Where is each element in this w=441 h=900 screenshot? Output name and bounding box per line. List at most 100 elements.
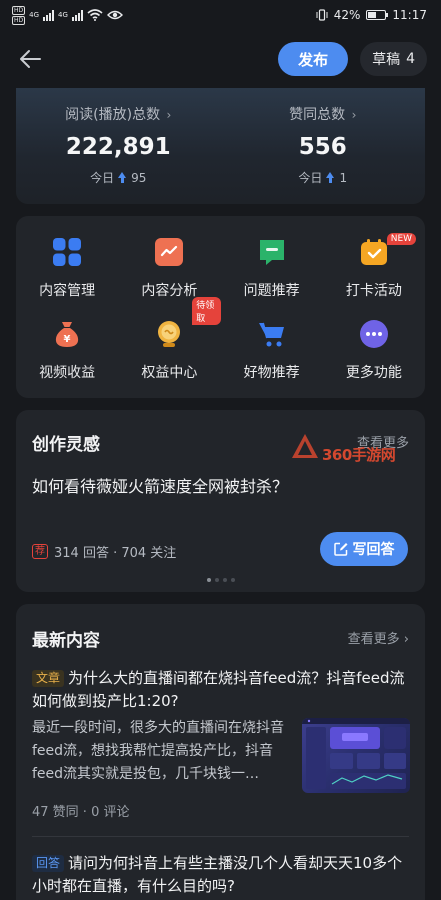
reads-stat[interactable]: 阅读(播放)总数 › 222,891 今日 95 xyxy=(16,88,221,204)
new-badge: NEW xyxy=(386,233,417,245)
watermark-text: 360手游网 xyxy=(322,446,396,464)
inspiration-title: 创作灵感 xyxy=(32,435,100,455)
carousel-dot[interactable] xyxy=(222,578,227,582)
likes-value: 556 xyxy=(298,134,347,160)
battery-icon xyxy=(366,10,389,20)
publish-button[interactable]: 发布 xyxy=(278,42,349,76)
sim1-label: HD xyxy=(12,5,26,15)
article-1-excerpt[interactable]: 最近一段时间，很多大的直播间在烧抖音feed流，想找我帮忙提高投产比，抖音fee… xyxy=(32,717,304,786)
write-answer-button[interactable]: 写回答 xyxy=(320,532,408,566)
drafts-label: 草稿 xyxy=(372,52,401,68)
tool-product-recommend[interactable]: 好物推荐 xyxy=(221,308,323,390)
net2-label: 4G xyxy=(58,11,68,19)
chart-icon xyxy=(155,238,184,266)
signal-1-icon xyxy=(43,9,55,21)
likes-today-label: 今日 xyxy=(298,171,323,185)
divider xyxy=(32,836,409,837)
watermark-logo: 360手游网 xyxy=(290,432,420,472)
carousel-dot[interactable] xyxy=(206,578,211,582)
article-2-title-row[interactable]: 回答 请问为何抖音上有些主播没几个人看却天天10多个小时都在直播，有什么目的吗? xyxy=(32,852,410,898)
drafts-count: 4 xyxy=(406,51,415,67)
question-icon xyxy=(259,240,284,265)
sim2-label: HD xyxy=(12,15,26,25)
tool-checkin-activity[interactable]: 打卡活动 NEW xyxy=(323,226,425,308)
tool-label: 内容分析 xyxy=(141,283,198,299)
carousel-dot[interactable] xyxy=(214,578,219,582)
reads-today-value: 95 xyxy=(131,170,147,185)
latest-content-card: 最新内容 查看更多 › 文章 为什么大的直播间都在烧抖音feed流？抖音feed流… xyxy=(16,604,425,900)
tool-label: 打卡活动 xyxy=(345,283,402,299)
tool-label: 好物推荐 xyxy=(243,365,300,381)
latest-more-link[interactable]: 查看更多 › xyxy=(348,628,409,647)
reads-label: 阅读(播放)总数 xyxy=(65,107,161,123)
back-button[interactable] xyxy=(16,45,44,73)
signal-2-icon xyxy=(71,9,83,21)
chevron-right-icon: › xyxy=(351,108,357,122)
reads-label-row: 阅读(播放)总数 › xyxy=(65,104,171,124)
article-1-meta: 47 赞同 · 0 评论 xyxy=(32,805,130,820)
likes-today-value: 1 xyxy=(339,170,348,185)
recommend-tag: 荐 xyxy=(32,544,48,559)
chevron-right-icon: › xyxy=(166,108,172,122)
tool-question-recommend[interactable]: 问题推荐 xyxy=(221,226,323,308)
tool-label: 内容管理 xyxy=(39,283,96,299)
arrow-up-icon xyxy=(118,172,127,183)
inspiration-question[interactable]: 如何看待薇娅火箭速度全网被封杀？ xyxy=(32,473,288,497)
carousel-dots xyxy=(16,578,425,582)
wifi-icon xyxy=(87,9,103,21)
top-bar: 发布 草稿 4 xyxy=(0,30,441,88)
tool-label: 权益中心 xyxy=(141,365,198,381)
arrow-left-icon xyxy=(20,50,41,68)
inspiration-card: 创作灵感 查看更多 360手游网 如何看待薇娅火箭速度全网被封杀？ 荐 314 … xyxy=(16,410,425,592)
vibrate-icon xyxy=(316,9,328,21)
sim-indicators: HD HD xyxy=(12,5,26,25)
svg-text:¥: ¥ xyxy=(64,334,71,345)
tool-label: 视频收益 xyxy=(39,365,96,381)
more-icon xyxy=(359,320,388,348)
cart-icon xyxy=(258,322,284,347)
status-bar-left: HD HD 4G 4G xyxy=(12,5,123,25)
eye-icon xyxy=(106,10,123,20)
clock: 11:17 xyxy=(392,8,427,22)
tool-label: 问题推荐 xyxy=(243,283,300,299)
tool-video-earnings[interactable]: ¥ 视频收益 xyxy=(16,308,118,390)
reads-today-label: 今日 xyxy=(90,171,115,185)
likes-stat[interactable]: 赞同总数 › 556 今日 1 xyxy=(221,88,426,204)
dashboard-screenshot-image xyxy=(302,718,410,789)
tool-content-analysis[interactable]: 内容分析 xyxy=(118,226,220,308)
money-bag-icon: ¥ xyxy=(56,322,79,347)
watermark-triangle-icon xyxy=(292,434,318,458)
stats-card: 阅读(播放)总数 › 222,891 今日 95 赞同总数 › 556 今日 1 xyxy=(16,88,425,204)
article-1-title-row[interactable]: 文章 为什么大的直播间都在烧抖音feed流？抖音feed流如何做到投产比1:20? xyxy=(32,667,410,713)
answer-tag: 回答 xyxy=(32,855,65,872)
net1-label: 4G xyxy=(29,11,40,19)
status-bar-right: 42% 11:17 xyxy=(316,8,427,22)
article-tag: 文章 xyxy=(32,670,65,687)
medal-icon xyxy=(158,321,181,347)
reads-today: 今日 95 xyxy=(90,169,146,186)
grid-icon xyxy=(53,238,82,266)
battery-percent: 42% xyxy=(333,8,361,22)
reads-value: 222,891 xyxy=(65,134,171,160)
drafts-button[interactable]: 草稿 4 xyxy=(360,42,427,76)
article-1-title: 为什么大的直播间都在烧抖音feed流？抖音feed流如何做到投产比1:20? xyxy=(32,669,405,710)
tool-rights-center[interactable]: 权益中心 待领取 xyxy=(118,297,221,390)
creator-tools-grid: 内容管理 内容分析 问题推荐 打卡活动 NEW ¥ 视频收益 权益中心 待领取 … xyxy=(16,216,425,398)
inspiration-stats: 314 回答 · 704 关注 xyxy=(54,546,177,561)
likes-today: 今日 1 xyxy=(298,169,347,186)
likes-label: 赞同总数 xyxy=(289,107,346,123)
likes-label-row: 赞同总数 › xyxy=(289,104,356,124)
header-actions: 发布 草稿 4 xyxy=(278,42,427,76)
tool-more-features[interactable]: 更多功能 xyxy=(323,308,425,390)
arrow-up-icon xyxy=(326,172,335,183)
carousel-dot[interactable] xyxy=(230,578,235,582)
article-1-thumbnail[interactable] xyxy=(302,718,410,793)
calendar-icon xyxy=(360,239,387,265)
inspiration-meta: 荐 314 回答 · 704 关注 xyxy=(32,542,176,561)
tool-label: 更多功能 xyxy=(345,365,402,381)
write-answer-label: 写回答 xyxy=(352,542,395,558)
latest-title: 最新内容 xyxy=(32,631,100,651)
pending-claim-badge: 待领取 xyxy=(192,297,221,325)
article-2-title: 请问为何抖音上有些主播没几个人看却天天10多个小时都在直播，有什么目的吗? xyxy=(32,854,403,895)
tool-content-management[interactable]: 内容管理 xyxy=(16,226,118,308)
